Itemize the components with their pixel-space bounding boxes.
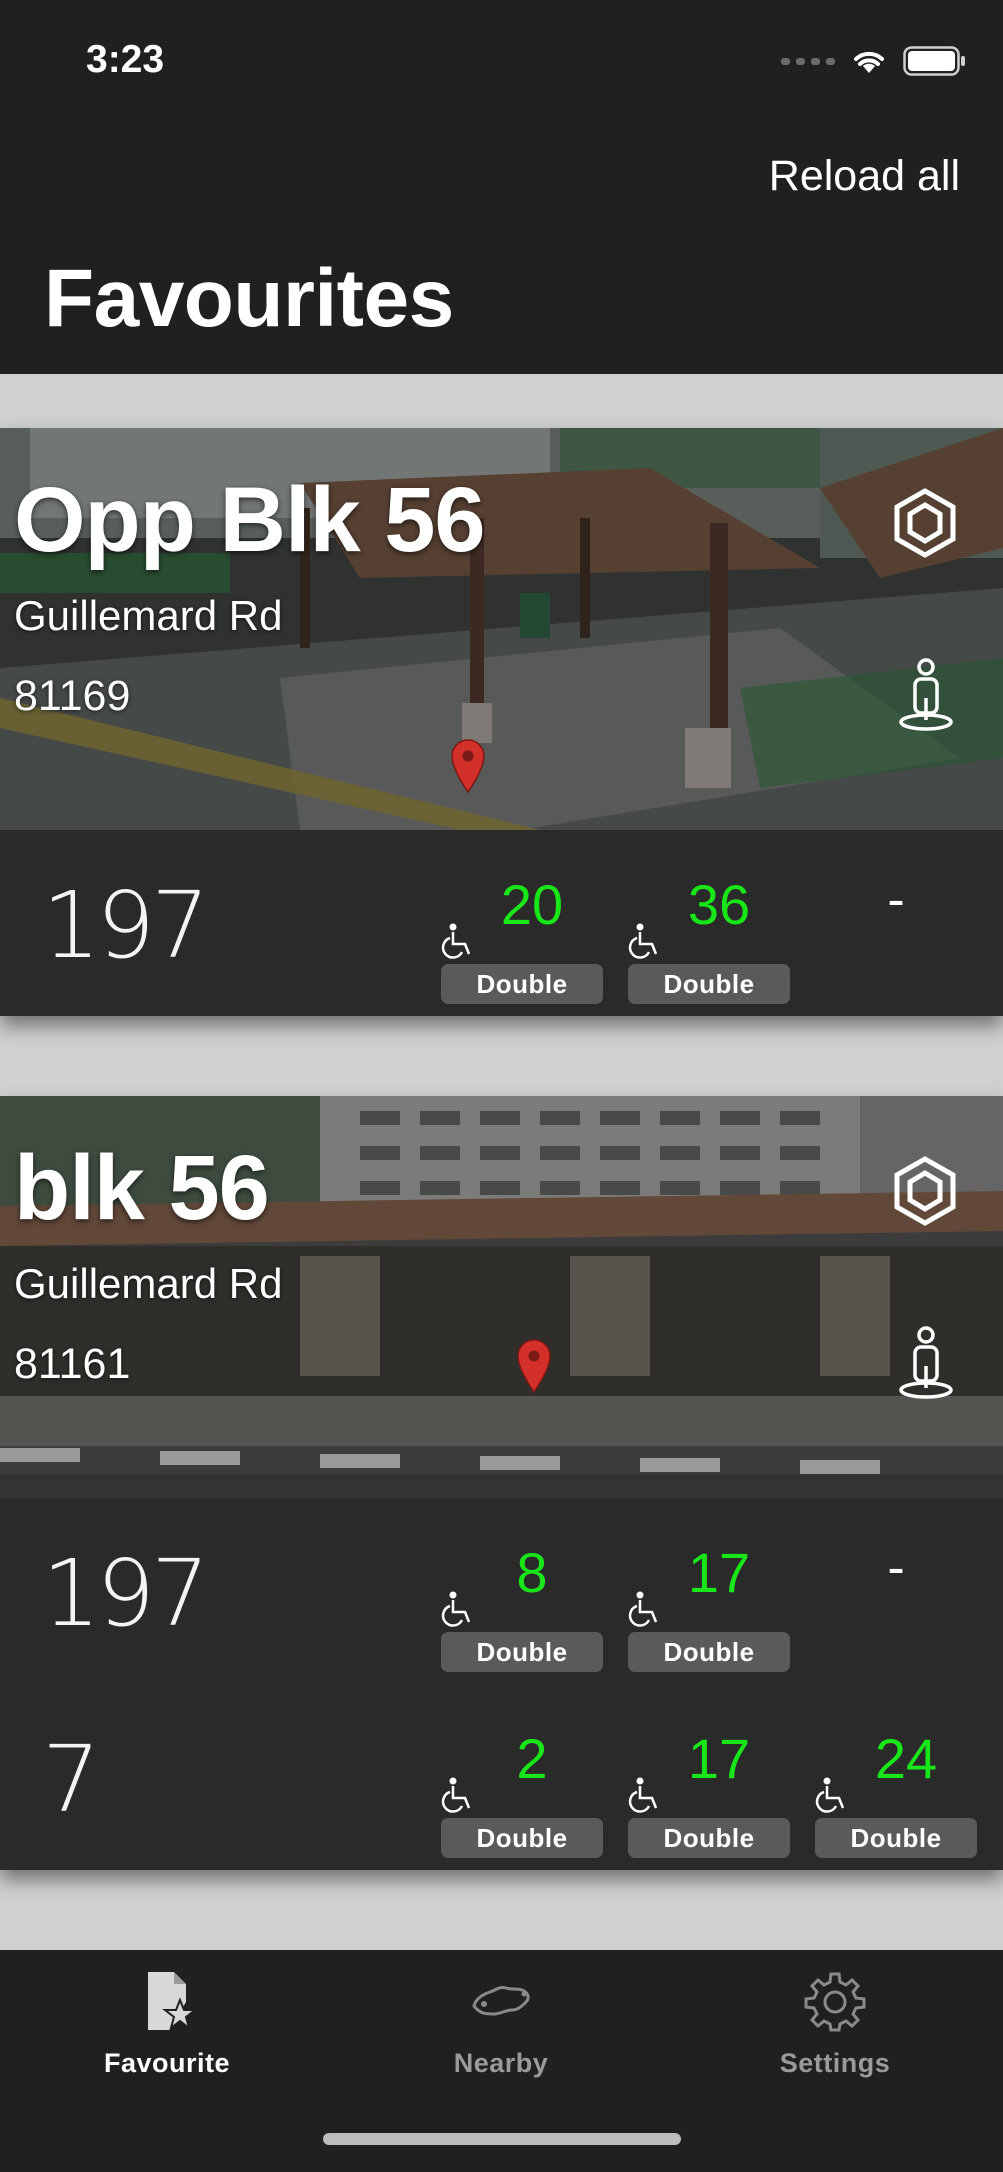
tab-label: Nearby xyxy=(453,2048,549,2078)
tab-favourite[interactable]: Favourite xyxy=(47,1968,287,2098)
arrival-slot: 17 Double xyxy=(628,1684,790,1870)
page-title: Favourites xyxy=(44,253,454,344)
arrival-slot: 24 Double xyxy=(815,1684,977,1870)
service-row[interactable]: 197 8 Double 17 Double - xyxy=(0,1498,1003,1684)
bus-type-badge: Double xyxy=(628,1632,790,1672)
bus-type-badge: Double xyxy=(815,1818,977,1858)
service-number: 7 xyxy=(42,1726,101,1833)
wifi-icon xyxy=(854,51,884,73)
bus-stop-photo[interactable]: blk 56 Guillemard Rd 81161 xyxy=(0,1096,1003,1498)
arrival-slot: 8 Double xyxy=(441,1498,603,1684)
wheelchair-icon xyxy=(628,1591,658,1627)
map-icon xyxy=(472,1986,530,2016)
home-indicator[interactable] xyxy=(323,2133,681,2145)
street-view-person-icon[interactable] xyxy=(897,1326,955,1400)
service-row[interactable]: 7 2 Double 17 Double 24 Double xyxy=(0,1684,1003,1870)
wheelchair-icon xyxy=(628,923,658,959)
signal-icon xyxy=(781,57,835,65)
service-number: 197 xyxy=(42,872,210,979)
arrival-slot: 17 Double xyxy=(628,1498,790,1684)
tab-nearby[interactable]: Nearby xyxy=(381,1968,621,2098)
bus-stop-card[interactable]: blk 56 Guillemard Rd 81161 197 8 Double xyxy=(0,1096,1003,1870)
bus-type-badge: Double xyxy=(441,964,603,1004)
tab-settings[interactable]: Settings xyxy=(715,1968,955,2098)
stop-name: blk 56 xyxy=(14,1137,270,1239)
wheelchair-icon xyxy=(628,1777,658,1813)
gear-icon xyxy=(804,1972,866,2032)
street-view-person-icon[interactable] xyxy=(897,658,955,732)
tab-label: Settings xyxy=(779,2048,891,2078)
bus-type-badge: Double xyxy=(628,1818,790,1858)
arrival-slot: 2 Double xyxy=(441,1684,603,1870)
bus-type-badge: Double xyxy=(441,1632,603,1672)
bus-stop-photo[interactable]: Opp Blk 56 Guillemard Rd 81169 xyxy=(0,428,1003,830)
tab-label: Favourite xyxy=(103,2048,231,2078)
map-pin-icon xyxy=(517,1339,551,1394)
status-time: 3:23 xyxy=(86,38,165,81)
no-arrival-dash: - xyxy=(887,871,905,929)
wheelchair-icon xyxy=(441,923,471,959)
wheelchair-icon xyxy=(815,1777,845,1813)
arrival-slot: - xyxy=(815,1498,977,1684)
map-pin-icon xyxy=(451,739,485,794)
favourite-star-icon xyxy=(148,1972,198,2031)
no-arrival-dash: - xyxy=(887,1539,905,1597)
arrival-slot: 36 Double xyxy=(628,830,790,1016)
arrival-slot: - xyxy=(815,830,977,1016)
stop-code: 81169 xyxy=(14,672,131,720)
bus-stop-card[interactable]: Opp Blk 56 Guillemard Rd 81169 197 20 Do… xyxy=(0,428,1003,1016)
hexagon-settings-icon[interactable] xyxy=(893,1156,957,1226)
stop-name: Opp Blk 56 xyxy=(14,469,486,571)
stop-road: Guillemard Rd xyxy=(14,592,283,639)
service-row[interactable]: 197 20 Double 36 Double - xyxy=(0,830,1003,1016)
stop-code: 81161 xyxy=(14,1340,131,1388)
service-number: 197 xyxy=(42,1540,210,1647)
battery-icon xyxy=(903,46,965,76)
wheelchair-icon xyxy=(441,1777,471,1813)
nav-header: 3:23 Reload all Favourites xyxy=(0,0,1003,374)
favourites-list[interactable]: Opp Blk 56 Guillemard Rd 81169 197 20 Do… xyxy=(0,374,1003,1950)
stop-road: Guillemard Rd xyxy=(14,1260,283,1307)
hexagon-settings-icon[interactable] xyxy=(893,488,957,558)
bus-type-badge: Double xyxy=(628,964,790,1004)
wheelchair-icon xyxy=(441,1591,471,1627)
reload-all-button[interactable]: Reload all xyxy=(769,152,960,201)
status-icons xyxy=(781,46,967,76)
arrival-slot: 20 Double xyxy=(441,830,603,1016)
bus-type-badge: Double xyxy=(441,1818,603,1858)
